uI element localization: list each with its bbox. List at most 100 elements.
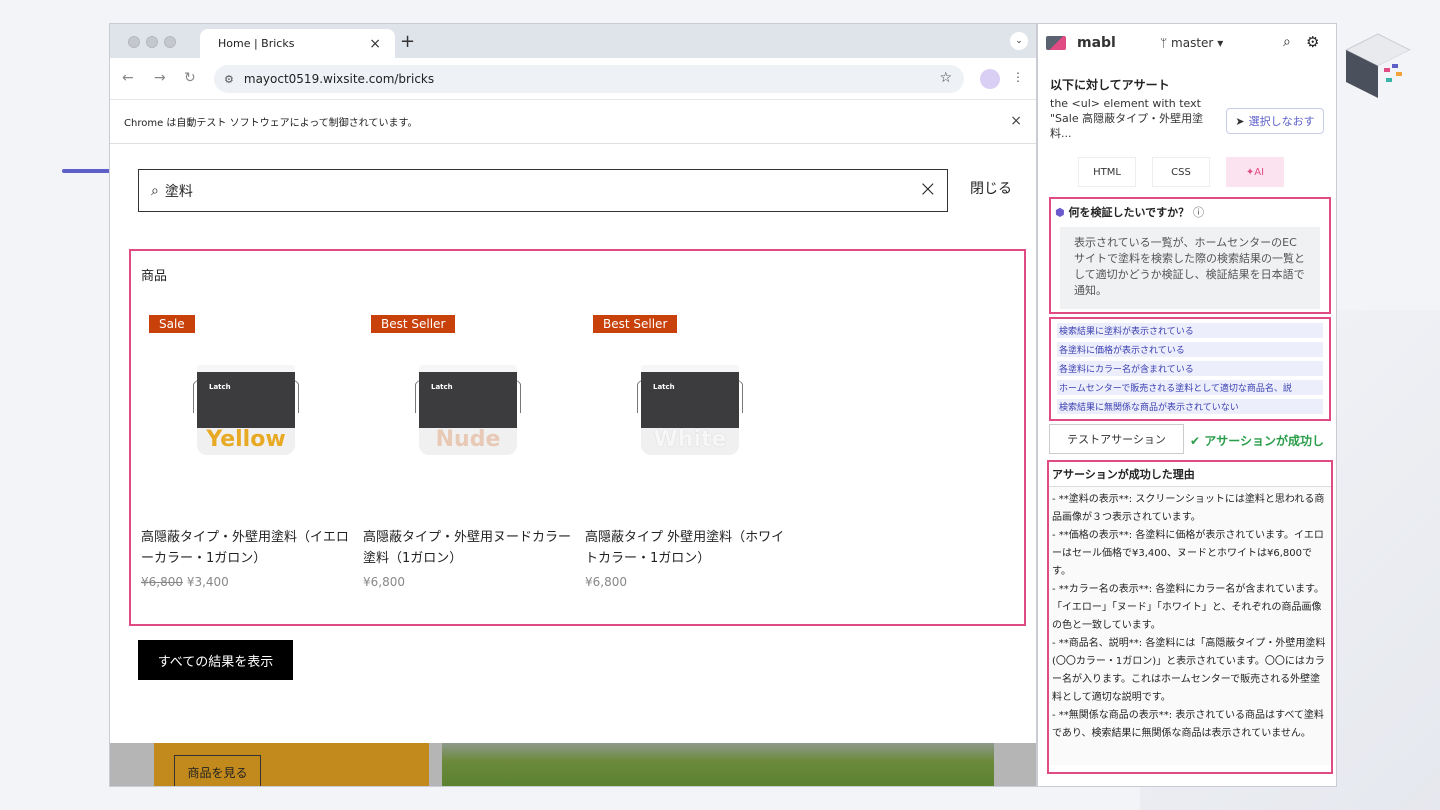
product-sale-price: ¥3,400 <box>186 575 229 589</box>
reload-icon[interactable]: ↻ <box>184 70 196 86</box>
product-results: 商品 Sale Latch Yellow 高隠蔽タイプ・外壁用塗料（イエローカラ… <box>129 249 1026 626</box>
help-icon[interactable]: ⓘ <box>1193 206 1204 219</box>
product-price: ¥6,800 ¥3,400 <box>141 575 229 589</box>
mabl-panel: mabl ᛘ master ▾ ⌕ ⚙ 以下に対してアサート the <ul> … <box>1037 23 1337 787</box>
grass-image <box>442 743 994 786</box>
reselect-element-button[interactable]: ➤ 選択しなおす <box>1226 108 1324 134</box>
automation-notice: Chrome は自動テスト ソフトウェアによって制御されています。 <box>124 118 418 129</box>
promo-block: 商品を見る <box>154 743 429 786</box>
question-textarea[interactable]: 表示されている一覧が、ホームセンターのECサイトで塗料を検索した際の検索結果の一… <box>1060 227 1320 309</box>
show-all-results-button[interactable]: すべての結果を表示 <box>138 640 293 680</box>
web-page: ⌕ 塗料 × 閉じる 商品 Sale Latch Yellow 高隠蔽タイプ・外… <box>110 144 1036 786</box>
extension-icon[interactable] <box>980 69 1000 89</box>
product-old-price: ¥6,800 <box>141 575 183 589</box>
tab-ai-label: AI <box>1254 166 1265 178</box>
search-icon[interactable]: ⌕ <box>1283 34 1291 50</box>
new-tab-icon[interactable]: + <box>400 31 415 52</box>
tab-title: Home | Bricks <box>218 37 295 50</box>
browser-window: Home | Bricks × + ⌄ ← → ↻ ⚙ mayoct0519.w… <box>109 23 1037 787</box>
address-bar: ← → ↻ ⚙ mayoct0519.wixsite.com/bricks ☆ … <box>110 58 1036 100</box>
question-label: ⬢ 何を検証したいですか？ ⓘ <box>1055 204 1204 220</box>
window-minimize-dot[interactable] <box>146 36 158 48</box>
reason-line: - **塗料の表示**: スクリーンショットには塗料と思われる商品画像が３つ表示… <box>1052 494 1325 523</box>
branch-name: master <box>1171 36 1214 50</box>
window-close-dot[interactable] <box>128 36 140 48</box>
products-heading: 商品 <box>141 269 168 284</box>
reason-section: アサーションが成功した理由 - **塗料の表示**: スクリーンショットには塗料… <box>1047 460 1333 774</box>
url-field[interactable]: ⚙ mayoct0519.wixsite.com/bricks ☆ <box>214 65 964 93</box>
hero-banner: 商品を見る <box>110 743 1036 786</box>
tab-close-icon[interactable]: × <box>369 36 381 52</box>
reselect-label: 選択しなおす <box>1248 115 1315 128</box>
branch-icon: ᛘ <box>1160 36 1168 50</box>
assert-title: 以下に対してアサート <box>1050 78 1170 92</box>
mabl-name: mabl <box>1077 35 1116 51</box>
search-value: 塗料 <box>164 183 193 200</box>
bucket-color-word: White <box>653 427 727 452</box>
decorative-line <box>62 169 110 173</box>
close-search-button[interactable]: 閉じる <box>970 178 1012 198</box>
paint-bucket-image: Latch Nude <box>413 355 523 465</box>
question-section: ⬢ 何を検証したいですか？ ⓘ 表示されている一覧が、ホームセンターのECサイト… <box>1049 197 1331 314</box>
sparkle-icon: ✦ <box>1245 166 1255 178</box>
check-item[interactable]: 検索結果に塗料が表示されている <box>1057 323 1323 338</box>
check-circle-icon: ✔ <box>1190 434 1201 448</box>
check-list: 検索結果に塗料が表示されている 各塗料に価格が表示されている 各塗料にカラー名が… <box>1049 317 1331 421</box>
bookmark-star-icon[interactable]: ☆ <box>939 70 952 86</box>
tab-search-icon[interactable]: ⌄ <box>1010 32 1028 50</box>
mode-tabs: HTML CSS ✦ AI <box>1078 157 1284 187</box>
window-maximize-dot[interactable] <box>164 36 176 48</box>
browser-tab[interactable]: Home | Bricks × <box>200 29 395 58</box>
check-item[interactable]: ホームセンターで販売される塗料として適切な商品名、説 <box>1057 380 1323 395</box>
product-badge: Best Seller <box>593 315 678 333</box>
mabl-floating-logo <box>1344 33 1412 98</box>
test-assertion-button[interactable]: テストアサーション <box>1049 424 1184 454</box>
mabl-logo-icon <box>1046 36 1066 50</box>
bucket-color-word: Yellow <box>206 427 286 452</box>
reason-line: - **無関係な商品の表示**: 表示されている商品はすべて塗料であり、検索結果… <box>1052 710 1324 739</box>
ai-icon: ⬢ <box>1055 206 1065 219</box>
gear-icon[interactable]: ⚙ <box>1306 33 1319 51</box>
product-title[interactable]: 高隠蔽タイプ 外壁用塗料（ホワイトカラー・1ガロン） <box>585 527 795 569</box>
question-label-text: 何を検証したいですか？ <box>1068 206 1190 219</box>
success-text: アサーションが成功し <box>1204 434 1325 448</box>
tab-bar: Home | Bricks × + ⌄ <box>110 24 1036 58</box>
cursor-icon: ➤ <box>1235 114 1245 128</box>
mabl-header: mabl ᛘ master ▾ ⌕ ⚙ <box>1038 24 1336 64</box>
search-icon: ⌕ <box>151 182 159 199</box>
back-icon[interactable]: ← <box>122 70 134 86</box>
reason-body: - **塗料の表示**: スクリーンショットには塗料と思われる商品画像が３つ表示… <box>1049 487 1331 765</box>
site-settings-icon[interactable]: ⚙ <box>224 73 234 86</box>
site-search-input[interactable]: ⌕ 塗料 × <box>138 169 948 212</box>
check-item[interactable]: 検索結果に無関係な商品が表示されていない <box>1057 399 1323 414</box>
check-item[interactable]: 各塗料に価格が表示されている <box>1057 342 1323 357</box>
reason-line: - **価格の表示**: 各塗料に価格が表示されています。イエローはセール価格で… <box>1052 530 1324 577</box>
view-products-button[interactable]: 商品を見る <box>174 755 261 786</box>
bucket-color-word: Nude <box>435 427 501 452</box>
reason-line: - **カラー名の表示**: 各塗料にカラー名が含まれています。「イエロー」「ヌ… <box>1052 584 1325 631</box>
tab-html[interactable]: HTML <box>1078 157 1136 187</box>
clear-search-icon[interactable]: × <box>919 177 937 202</box>
assert-description: the <ul> element with text "Sale 高隠蔽タイプ・… <box>1050 97 1204 140</box>
paint-bucket-image: Latch Yellow <box>191 355 301 465</box>
branch-selector[interactable]: ᛘ master ▾ <box>1160 36 1223 50</box>
product-price: ¥6,800 <box>363 575 405 589</box>
product-title[interactable]: 高隠蔽タイプ・外壁用ヌードカラー塗料（1ガロン） <box>363 527 573 569</box>
infobar-close-icon[interactable]: × <box>1010 113 1022 129</box>
browser-menu-icon[interactable]: ⋮ <box>1012 70 1024 84</box>
forward-icon[interactable]: → <box>154 70 166 86</box>
tab-css[interactable]: CSS <box>1152 157 1210 187</box>
check-item[interactable]: 各塗料にカラー名が含まれている <box>1057 361 1323 376</box>
product-price: ¥6,800 <box>585 575 627 589</box>
tab-ai[interactable]: ✦ AI <box>1226 157 1284 187</box>
chevron-down-icon: ▾ <box>1217 36 1224 50</box>
automation-infobar: Chrome は自動テスト ソフトウェアによって制御されています。 × <box>110 100 1036 144</box>
product-title[interactable]: 高隠蔽タイプ・外壁用塗料（イエローカラー・1ガロン） <box>141 527 351 569</box>
reason-title: アサーションが成功した理由 <box>1049 462 1331 487</box>
url-text: mayoct0519.wixsite.com/bricks <box>243 72 435 86</box>
product-badge: Best Seller <box>371 315 456 333</box>
success-status: ✔ アサーションが成功し <box>1190 432 1324 449</box>
product-badge: Sale <box>149 315 195 333</box>
paint-bucket-image: Latch White <box>635 355 745 465</box>
reason-line: - **商品名、説明**: 各塗料には「高隠蔽タイプ・外壁用塗料(〇〇カラー・1… <box>1052 638 1326 703</box>
